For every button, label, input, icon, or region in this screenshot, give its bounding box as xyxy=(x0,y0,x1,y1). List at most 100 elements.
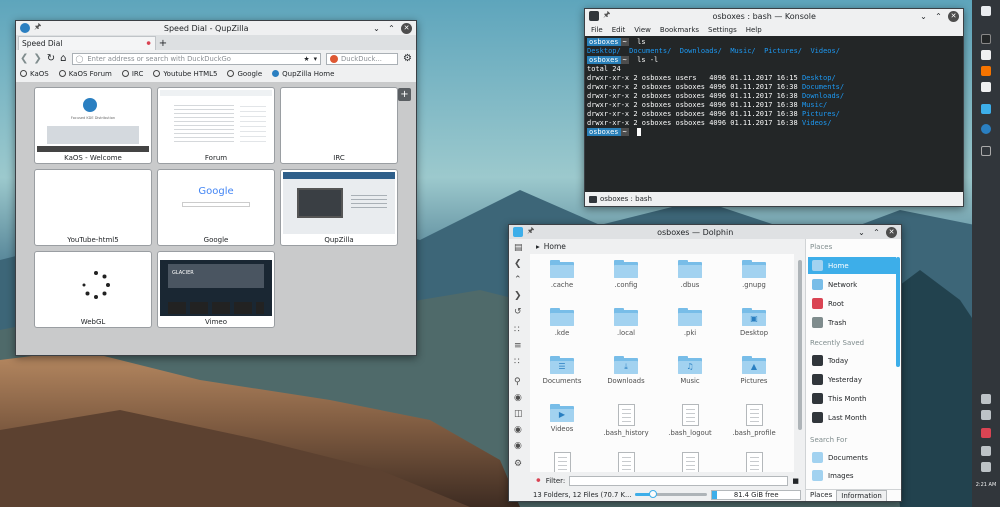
breadcrumb[interactable]: ▸ Home xyxy=(530,239,804,253)
files-task-icon[interactable] xyxy=(981,50,991,60)
menu-settings[interactable]: Settings xyxy=(708,26,737,34)
close-icon[interactable]: ✕ xyxy=(401,22,412,34)
clear-filter-icon[interactable]: ⚫ xyxy=(535,476,542,485)
recent-last-month[interactable]: Last Month xyxy=(808,409,896,426)
file-item[interactable]: .vboxclient-clipboard.pid xyxy=(724,452,784,472)
clipboard-icon[interactable] xyxy=(981,394,991,404)
speed-dial-tile[interactable]: Forum xyxy=(157,87,275,164)
konsole-tab[interactable]: osboxes : bash xyxy=(600,195,652,203)
folder-item[interactable]: .local xyxy=(596,308,656,337)
minimize-icon[interactable]: ⌄ xyxy=(371,23,382,34)
place-network[interactable]: Network xyxy=(808,276,896,293)
minimize-icon[interactable]: ⌄ xyxy=(856,227,867,238)
bookmark-star-icon[interactable]: ★ xyxy=(304,55,310,63)
konsole-task-icon[interactable] xyxy=(981,34,991,44)
close-icon[interactable]: ✕ xyxy=(948,10,959,22)
maximize-icon[interactable]: ⌃ xyxy=(386,23,397,34)
back-icon[interactable]: ❮ xyxy=(20,53,28,64)
reload-icon[interactable]: ↺ xyxy=(514,307,522,317)
folder-item[interactable]: .pki xyxy=(660,308,720,337)
speed-dial-tile[interactable]: GLACIER Vimeo xyxy=(157,251,275,328)
breadcrumb-home[interactable]: Home xyxy=(544,242,566,251)
pin-icon[interactable]: 🖈 xyxy=(527,225,534,239)
speed-dial-tile[interactable]: Focused KDE Distribution KaOS - Welcome xyxy=(34,87,152,164)
forward-icon[interactable]: ❯ xyxy=(33,53,41,64)
url-input[interactable]: ◯ Enter address or search with DuckDuckG… xyxy=(71,52,322,65)
folder-item[interactable]: ♫ Music xyxy=(660,356,720,385)
battery-icon[interactable] xyxy=(981,428,991,438)
settings-gear-icon[interactable]: ⚙ xyxy=(514,459,522,469)
minimize-icon[interactable]: ⌄ xyxy=(918,11,929,22)
zoom-slider-handle[interactable] xyxy=(649,490,658,498)
compact-view-icon[interactable]: ≡ xyxy=(514,341,522,351)
file-view[interactable]: .cache .config .dbus .gnupg .kde .local .pki ▣ D… xyxy=(530,254,794,472)
terminal-task-icon[interactable] xyxy=(981,146,991,156)
file-view-scrollbar[interactable] xyxy=(796,254,804,472)
show-hidden-icon[interactable]: ◉ xyxy=(514,441,522,451)
settings-gear-icon[interactable]: ⚙ xyxy=(403,53,412,64)
pin-icon[interactable]: 🖈 xyxy=(603,9,610,23)
speed-dial-tile[interactable]: YouTube-html5 xyxy=(34,169,152,246)
forward-icon[interactable]: ❯ xyxy=(514,291,522,301)
place-root[interactable]: Root xyxy=(808,295,896,312)
recent-yesterday[interactable]: Yesterday xyxy=(808,371,896,388)
search-input[interactable]: DuckDuck... xyxy=(326,52,399,65)
preview-icon[interactable]: ◉ xyxy=(514,393,522,403)
reload-icon[interactable]: ↻ xyxy=(47,53,55,64)
tab-places[interactable]: Places xyxy=(806,490,836,501)
folder-item[interactable]: ☰ Documents xyxy=(532,356,592,385)
search-images[interactable]: Images xyxy=(808,467,896,484)
application-launcher-icon[interactable] xyxy=(981,6,991,16)
add-speed-dial-button[interactable]: + xyxy=(398,88,411,101)
details-view-icon[interactable]: ∷ xyxy=(514,357,520,367)
bookmark-irc[interactable]: IRC xyxy=(121,70,143,78)
bookmark-qupzilla-home[interactable]: QupZilla Home xyxy=(272,70,334,78)
place-home[interactable]: Home xyxy=(808,257,896,274)
folder-item[interactable]: ▣ Desktop xyxy=(724,308,784,337)
settings-task-icon[interactable] xyxy=(981,82,991,92)
folder-item[interactable]: ⤓ Downloads xyxy=(596,356,656,385)
split-view-icon[interactable]: ◫ xyxy=(514,409,523,419)
search-icon[interactable]: ⚲ xyxy=(514,377,521,387)
speed-dial-tile[interactable]: IRC xyxy=(280,87,398,164)
folder-item[interactable]: .gnupg xyxy=(724,260,784,289)
file-item[interactable]: .bash_history xyxy=(596,404,656,437)
back-icon[interactable]: ❮ xyxy=(514,259,522,269)
bookmark-youtube-html5[interactable]: Youtube HTML5 xyxy=(153,70,217,78)
bookmark-google[interactable]: Google xyxy=(227,70,262,78)
filter-input[interactable] xyxy=(569,475,789,486)
file-item[interactable]: .kcp.json xyxy=(660,452,720,472)
file-item[interactable]: .bash_logout xyxy=(660,404,720,437)
search-documents[interactable]: Documents xyxy=(808,449,896,466)
menu-edit[interactable]: Edit xyxy=(612,26,626,34)
panel-clock[interactable]: 2:21 AM xyxy=(974,482,998,488)
network-icon[interactable] xyxy=(981,462,991,472)
pin-icon[interactable]: 🖈 xyxy=(34,21,41,35)
hidden-files-icon[interactable]: ◉ xyxy=(514,425,522,435)
qupzilla-titlebar[interactable]: 🖈 Speed Dial - QupZilla ⌄ ⌃ ✕ xyxy=(16,21,416,35)
maximize-icon[interactable]: ⌃ xyxy=(933,11,944,22)
zoom-slider[interactable] xyxy=(635,490,708,498)
home-icon[interactable]: ⌂ xyxy=(60,53,66,64)
file-item[interactable]: .bash_profile xyxy=(724,404,784,437)
qupzilla-task-icon[interactable] xyxy=(981,124,991,134)
scrollbar-thumb[interactable] xyxy=(798,260,802,430)
speed-dial-tile[interactable]: Google Google xyxy=(157,169,275,246)
folder-item[interactable]: .cache xyxy=(532,260,592,289)
folder-item[interactable]: .kde xyxy=(532,308,592,337)
close-icon[interactable]: ✕ xyxy=(886,226,897,238)
menu-file[interactable]: File xyxy=(591,26,603,34)
volume-icon[interactable] xyxy=(981,446,991,456)
tab-close-icon[interactable]: ⚫ xyxy=(145,39,152,48)
konsole-titlebar[interactable]: 🖈 osboxes : bash — Konsole ⌄ ⌃ ✕ xyxy=(585,9,963,23)
url-dropdown-icon[interactable]: ▾ xyxy=(314,55,317,63)
dolphin-task-icon[interactable] xyxy=(981,104,991,114)
menu-bookmarks[interactable]: Bookmarks xyxy=(660,26,699,34)
tab-information[interactable]: Information xyxy=(836,490,887,501)
speed-dial-tile[interactable]: QupZilla xyxy=(280,169,398,246)
up-icon[interactable]: ⌃ xyxy=(514,275,522,285)
folder-item[interactable]: .dbus xyxy=(660,260,720,289)
recent-this-month[interactable]: This Month xyxy=(808,390,896,407)
folder-item[interactable]: ▶ Videos xyxy=(532,404,592,433)
folder-item[interactable]: ▲ Pictures xyxy=(724,356,784,385)
